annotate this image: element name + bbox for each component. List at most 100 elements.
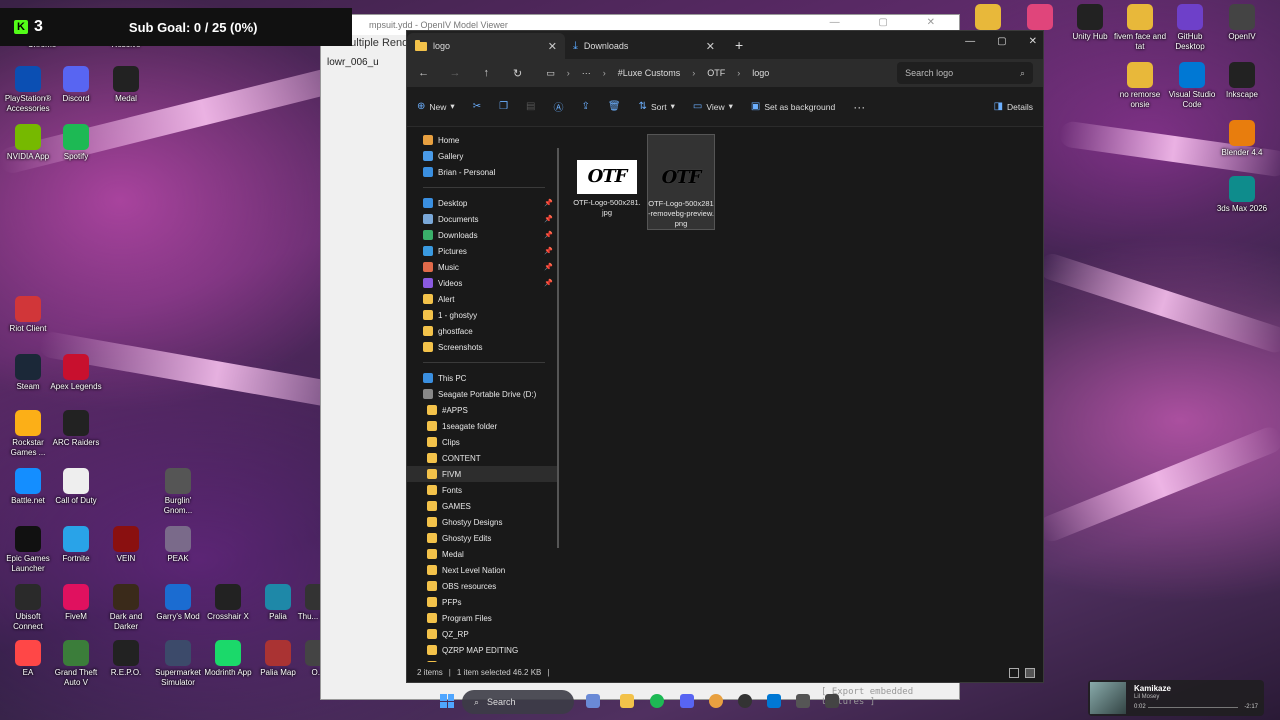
chrome-taskbar-icon[interactable] [709,694,723,708]
share-icon[interactable]: ⇪ [582,101,590,112]
discord-taskbar-icon[interactable] [680,694,694,708]
details-view-icon[interactable] [1009,668,1019,678]
media-player-widget[interactable]: Kamikaze Lil Mosey 0:02 -2:17 [1088,680,1264,716]
desktop-icon[interactable]: Supermarket Simulator [150,640,206,688]
more-options-icon[interactable]: ··· [853,100,865,114]
maximize-icon[interactable]: ▢ [997,36,1006,47]
desktop-icon[interactable]: Apex Legends [48,354,104,392]
nav-item[interactable]: CONTENT [417,450,559,466]
details-button[interactable]: ◨ Details [994,101,1033,112]
desktop-icon[interactable]: Riot Client [0,296,56,334]
pin-icon[interactable]: 📌 [544,215,553,223]
file-item[interactable]: OTF OTF-Logo-500x281-removebg-preview.png [647,134,715,230]
nav-item-drive[interactable]: Seagate Portable Drive (D:) [417,386,559,402]
desktop-icon[interactable]: GitHub Desktop [1162,4,1218,52]
desktop-icon[interactable]: Blender 4.4 [1214,120,1270,158]
new-tab-button[interactable]: + [735,37,743,53]
nav-item[interactable]: ghostface [417,323,559,339]
desktop-icon[interactable]: fivem face and tat [1112,4,1168,52]
nav-item[interactable]: Next Level Nation [417,562,559,578]
sort-button[interactable]: ⇅ Sort ▾ [639,101,675,112]
nav-item[interactable]: Downloads 📌 [417,227,559,243]
delete-icon[interactable]: 🗑 [608,101,621,112]
close-window-icon[interactable]: ✕ [1029,36,1037,47]
address-bar[interactable]: ▭ › ··· › #Luxe Customs › OTF › logo [546,62,880,84]
view-button[interactable]: ▭ View ▾ [693,101,733,112]
back-icon[interactable]: ← [417,67,430,79]
nav-item[interactable]: QZ_RP [417,626,559,642]
taskbar-app-icon[interactable] [586,694,600,708]
file-explorer-taskbar-icon[interactable] [620,694,634,708]
tab-downloads[interactable]: ⤓ Downloads ✕ [565,33,723,59]
nav-item[interactable]: Clips [417,434,559,450]
obs-taskbar-icon[interactable] [738,694,752,708]
search-input[interactable]: Search logo ⌕ [897,62,1033,84]
nav-item[interactable]: OBS resources [417,578,559,594]
nav-item[interactable]: Alert [417,291,559,307]
nav-item[interactable]: 1seagate folder [417,418,559,434]
spotify-taskbar-icon[interactable] [650,694,664,708]
desktop-icon[interactable]: PEAK [150,526,206,564]
desktop-icon[interactable]: Crosshair X [200,584,256,622]
nav-item[interactable]: Ghostyy Edits [417,530,559,546]
openiv-window-controls[interactable]: — ▢ ✕ [830,17,953,28]
nav-item[interactable]: Home [417,132,559,148]
desktop-icon[interactable]: Unity Hub [1062,4,1118,42]
tab-logo[interactable]: logo ✕ [407,33,565,59]
navigation-pane[interactable]: Home Gallery Brian - Personal Desktop 📌 Docu… [407,128,559,662]
nav-item[interactable]: FIVM [407,466,559,482]
new-button[interactable]: ⊕ New ▾ [417,101,455,112]
nav-item[interactable]: Videos 📌 [417,275,559,291]
desktop-icon[interactable]: Modrinth App [200,640,256,678]
forward-icon[interactable]: → [448,67,461,79]
nav-item-this-pc[interactable]: This PC [417,370,559,386]
pin-icon[interactable]: 📌 [544,199,553,207]
paste-icon[interactable]: ▤ [526,101,535,112]
desktop-icon[interactable]: Discord [48,66,104,104]
refresh-icon[interactable]: ↻ [511,67,524,80]
nav-item[interactable]: Brian - Personal [417,164,559,180]
nav-item[interactable]: #APPS [417,402,559,418]
desktop-icon[interactable]: no remorse onsie [1112,62,1168,110]
desktop-icon[interactable]: Garry's Mod [150,584,206,622]
close-icon[interactable]: ✕ [548,40,557,53]
breadcrumb-item[interactable]: #Luxe Customs [618,68,681,78]
desktop-icon[interactable]: VEIN [98,526,154,564]
nav-item[interactable]: Desktop 📌 [417,195,559,211]
desktop-icon[interactable]: ARC Raiders [48,410,104,448]
desktop-icon[interactable]: Medal [98,66,154,104]
desktop-icon[interactable]: Burglin' Gnom... [150,468,206,516]
desktop-icon[interactable]: R.E.P.O. [98,640,154,678]
desktop-icon[interactable]: Visual Studio Code [1164,62,1220,110]
minimize-icon[interactable]: — [965,36,975,47]
cut-icon[interactable]: ✂ [473,101,481,112]
file-explorer-window[interactable]: logo ✕ ⤓ Downloads ✕ + — ▢ ✕ ← → ↑ ↻ ▭ ›… [406,30,1044,683]
nav-item[interactable]: Medal [417,546,559,562]
vscode-taskbar-icon[interactable] [767,694,781,708]
nav-item[interactable]: Gallery [417,148,559,164]
desktop-icon[interactable] [960,4,1016,32]
rename-icon[interactable]: Ⓐ [554,99,564,114]
pin-icon[interactable]: 📌 [544,231,553,239]
close-icon[interactable]: ✕ [706,40,715,53]
pin-icon[interactable]: 📌 [544,263,553,271]
nav-item[interactable]: PFPs [417,594,559,610]
more-crumbs-icon[interactable]: ··· [582,68,591,78]
file-item[interactable]: OTF OTF-Logo-500x281.jpg [573,134,641,218]
nav-item[interactable]: QZRP MAP EDITING [417,642,559,658]
pin-icon[interactable]: 📌 [544,247,553,255]
nav-item[interactable]: Pictures 📌 [417,243,559,259]
progress-bar[interactable] [1148,707,1238,708]
openiv-model-item[interactable]: lowr_006_u [327,57,379,68]
desktop-icon[interactable]: 3ds Max 2026 [1214,176,1270,214]
desktop-icon[interactable]: Inkscape [1214,62,1270,100]
taskbar-search[interactable]: ⌕ Search [462,690,574,714]
desktop-icon[interactable] [1012,4,1068,32]
desktop-icon[interactable]: Grand Theft Auto V [48,640,104,688]
desktop-icon[interactable]: Fortnite [48,526,104,564]
set-as-background-button[interactable]: ▣ Set as background [751,101,835,112]
nav-item[interactable]: Fonts [417,482,559,498]
desktop-icon[interactable]: FiveM [48,584,104,622]
desktop-icon[interactable]: OpenIV [1214,4,1270,42]
nav-item[interactable]: GAMES [417,498,559,514]
